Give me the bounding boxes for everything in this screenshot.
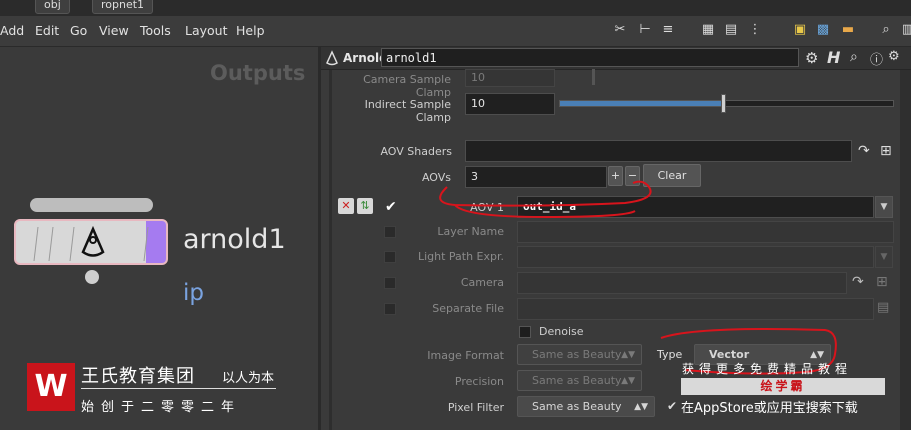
watermark-brand: 王氏教育集团 <box>81 366 195 387</box>
network-title: Outputs <box>210 61 306 85</box>
crumb-network[interactable]: ropnet1 <box>92 0 154 14</box>
camera-sample-clamp-slider[interactable] <box>592 69 595 85</box>
pixel-filter-label: Pixel Filter <box>447 401 504 414</box>
camera-chooser-icon[interactable]: ⊞ <box>876 274 888 290</box>
pixel-filter-dropdown[interactable]: Same as Beauty ▲▼ <box>517 396 655 417</box>
arnold-logo-icon <box>81 226 105 257</box>
parameter-left-edge <box>329 70 332 430</box>
arnold-node[interactable] <box>14 219 168 265</box>
camera-label: Camera <box>460 276 504 289</box>
grid-icon[interactable]: ▦ <box>700 22 716 38</box>
pixel-filter-value: Same as Beauty <box>532 400 622 413</box>
denoise-checkbox[interactable] <box>519 326 531 338</box>
list-icon[interactable]: ≡ <box>660 22 676 38</box>
menu-add[interactable]: Add <box>0 23 24 38</box>
separate-file-checkbox[interactable] <box>384 303 396 315</box>
image-format-value: Same as Beauty <box>532 348 622 361</box>
light-path-expr-checkbox[interactable] <box>384 251 396 263</box>
tree-icon[interactable]: ⊢ <box>637 22 653 38</box>
camera-checkbox[interactable] <box>384 277 396 289</box>
node-name-field[interactable]: arnold1 <box>381 48 799 67</box>
menu-tools[interactable]: Tools <box>140 23 171 38</box>
file-chooser-icon[interactable]: ▤ <box>877 300 889 315</box>
node-output-connector[interactable] <box>85 270 99 284</box>
watermark-divider <box>81 388 276 389</box>
watermark-promo-bottom: 在AppStore或应用宝搜索下载 <box>681 401 858 416</box>
node-chooser-icon[interactable]: ⊞ <box>880 143 892 159</box>
note-icon[interactable]: ▣ <box>792 22 808 38</box>
pane-icon[interactable]: ▥ <box>900 22 911 38</box>
watermark-since: 始创于二零零二年 <box>81 400 242 415</box>
light-path-expr-field[interactable] <box>517 246 874 268</box>
indirect-sample-clamp-label: Indirect Sample Clamp <box>364 98 451 124</box>
precision-label: Precision <box>454 375 504 388</box>
watermark-logo: W <box>27 363 75 411</box>
menu-bar <box>0 16 911 47</box>
crumb-obj-label: obj <box>44 0 61 11</box>
search-icon[interactable]: ⌕ <box>878 22 894 38</box>
aov1-remove-icon[interactable]: ✕ <box>338 198 354 214</box>
menu-help[interactable]: Help <box>236 23 265 38</box>
aov1-enable-checkbox[interactable]: ✔ <box>385 199 397 215</box>
chevron-updown-icon: ▲▼ <box>621 350 635 360</box>
pixel-filter-check-icon: ✔ <box>667 399 678 413</box>
precision-dropdown[interactable]: Same as Beauty ▲▼ <box>517 370 642 391</box>
indirect-sample-clamp-slider[interactable] <box>559 100 894 107</box>
menu-edit[interactable]: Edit <box>35 23 59 38</box>
separate-file-label: Separate File <box>432 302 504 315</box>
red-annotation-aov <box>439 180 652 219</box>
network-icon[interactable]: ⋮ <box>747 22 763 38</box>
node-name-label: arnold1 <box>183 224 286 255</box>
aov1-menu-button[interactable]: ▼ <box>875 196 893 218</box>
light-path-expr-label: Light Path Expr. <box>417 250 504 263</box>
tools-icon[interactable]: ✂ <box>612 22 628 38</box>
settings-icon[interactable]: ⚙ <box>888 49 900 64</box>
crumb-network-label: ropnet1 <box>101 0 145 11</box>
indirect-sample-clamp-field[interactable]: 10 <box>465 93 555 115</box>
separate-file-field[interactable] <box>517 298 874 320</box>
image-format-label: Image Format <box>427 349 504 362</box>
info-icon[interactable]: ⓘ <box>870 49 883 68</box>
camera-sample-clamp-label: Camera Sample Clamp <box>363 73 451 99</box>
precision-value: Same as Beauty <box>532 374 622 387</box>
parameter-scrollbar[interactable] <box>900 70 911 430</box>
aov-shaders-label: AOV Shaders <box>380 145 452 158</box>
camera-field[interactable] <box>517 272 847 294</box>
camera-sample-clamp-field[interactable]: 10 <box>465 69 555 87</box>
search-param-icon[interactable]: ⌕ <box>850 49 858 65</box>
database-icon[interactable]: ▬ <box>840 22 856 38</box>
aov1-insert-icon[interactable]: ⇅ <box>357 198 373 214</box>
indirect-sample-clamp-slider-handle[interactable] <box>721 94 726 113</box>
chevron-updown-icon: ▲▼ <box>621 376 635 386</box>
image-icon[interactable]: ▩ <box>815 22 831 38</box>
watermark-promo-band: 绘学霸 <box>681 378 885 395</box>
layout-icon[interactable]: ▤ <box>723 22 739 38</box>
aov-shaders-field[interactable] <box>465 140 852 162</box>
watermark-motto: 以人为本 <box>222 371 275 386</box>
image-format-dropdown[interactable]: Same as Beauty ▲▼ <box>517 344 642 365</box>
layer-name-checkbox[interactable] <box>384 226 396 238</box>
camera-jump-icon[interactable]: ↷ <box>852 274 864 290</box>
help-icon[interactable]: H <box>827 48 840 67</box>
crumb-obj[interactable]: obj <box>35 0 70 14</box>
chevron-updown-icon: ▲▼ <box>634 402 648 412</box>
gear-icon[interactable]: ⚙ <box>805 49 818 67</box>
menu-go[interactable]: Go <box>70 23 87 38</box>
indirect-sample-clamp-slider-fill <box>560 101 722 106</box>
menu-view[interactable]: View <box>99 23 129 38</box>
menu-layout[interactable]: Layout <box>185 23 228 38</box>
jump-icon[interactable]: ↷ <box>858 143 870 159</box>
arnold-type-icon <box>326 50 338 66</box>
node-sub-label: ip <box>183 280 204 306</box>
node-input-bar[interactable] <box>30 198 153 212</box>
light-path-expr-menu-button[interactable]: ▼ <box>875 246 893 268</box>
path-bar: obj ropnet1 <box>0 0 911 16</box>
denoise-label: Denoise <box>539 325 584 338</box>
watermark-promo-top: 获得更多免费精品教程 <box>682 362 853 376</box>
